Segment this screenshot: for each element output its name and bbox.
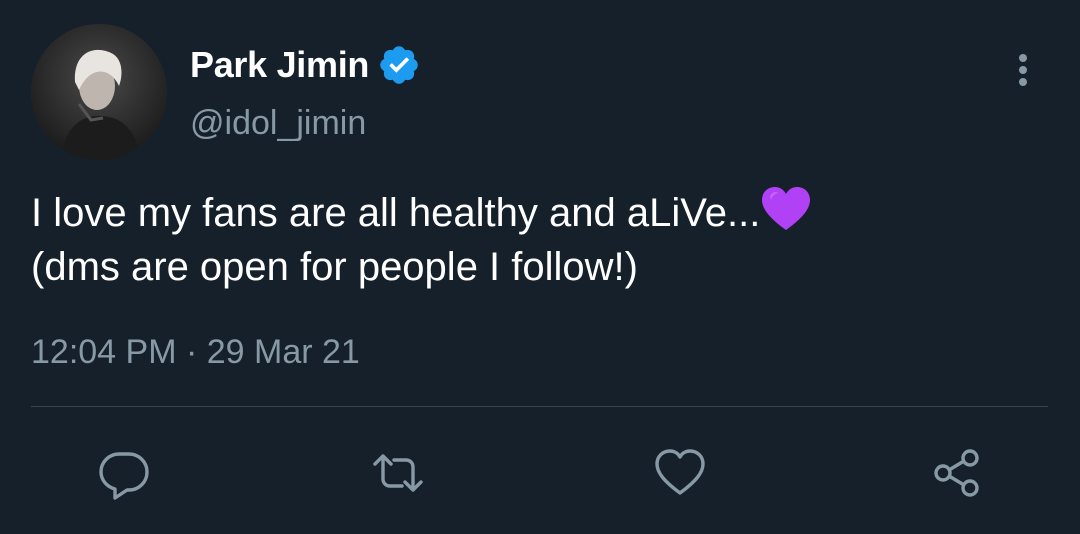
- more-vertical-icon[interactable]: [1008, 48, 1038, 92]
- avatar[interactable]: [31, 24, 167, 160]
- tweet-text-line-2: (dms are open for people I follow!): [31, 245, 638, 289]
- verified-badge-icon: [380, 46, 418, 84]
- purple-heart-emoji-icon: [762, 187, 811, 230]
- reply-icon[interactable]: [97, 446, 151, 500]
- tweet-text-line-1: I love my fans are all healthy and aLiVe…: [31, 186, 1041, 240]
- display-name[interactable]: Park Jimin: [190, 44, 369, 86]
- divider: [31, 406, 1048, 407]
- display-name-row: Park Jimin: [190, 40, 421, 90]
- tweet-timestamp[interactable]: 12:04 PM · 29 Mar 21: [31, 333, 360, 372]
- tweet-text-line-1-content: I love my fans are all healthy and aLiVe…: [31, 191, 761, 235]
- retweet-icon[interactable]: [371, 446, 425, 500]
- tweet-card: Park Jimin @idol_jimin I love my fans ar…: [0, 0, 1080, 534]
- share-icon[interactable]: [930, 446, 984, 500]
- tweet-text: I love my fans are all healthy and aLiVe…: [31, 186, 1041, 294]
- like-icon[interactable]: [653, 446, 707, 500]
- user-handle[interactable]: @idol_jimin: [190, 104, 366, 143]
